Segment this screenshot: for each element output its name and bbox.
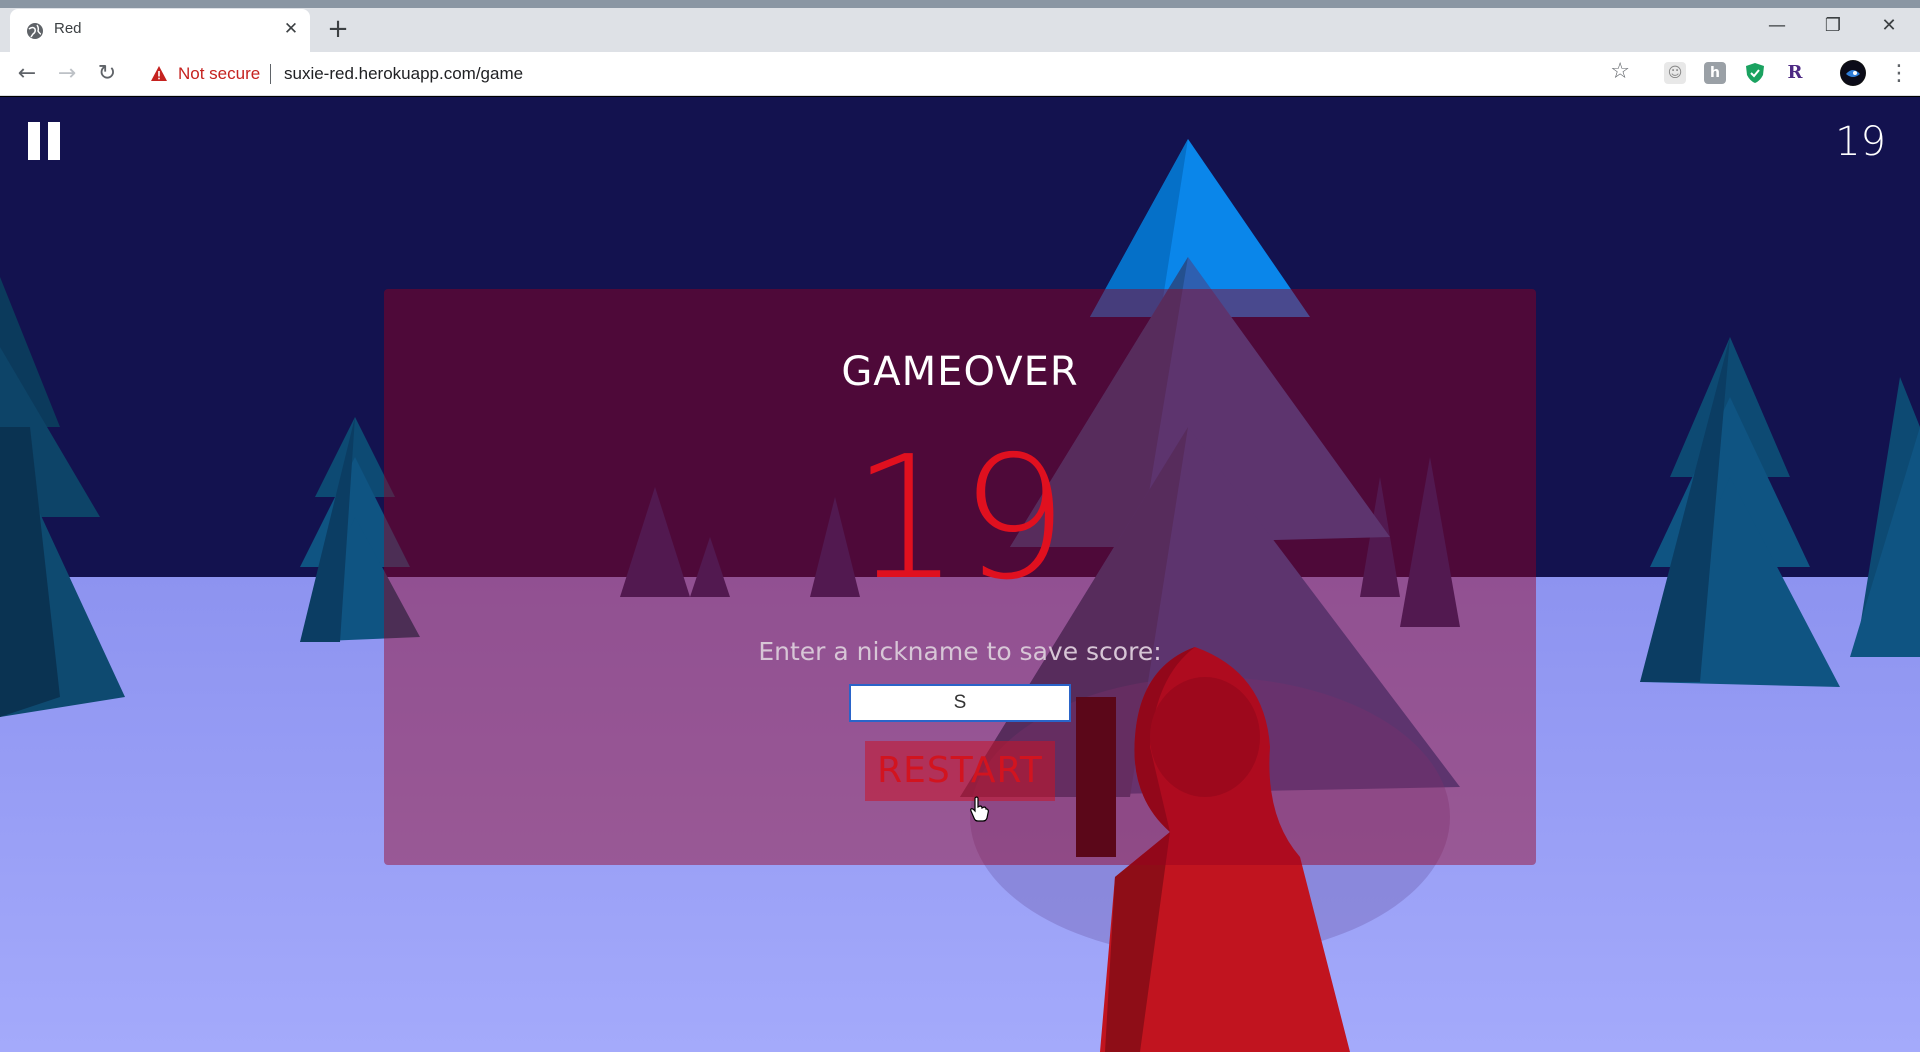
hud-score: 19 <box>1835 119 1886 165</box>
bookmark-star-icon[interactable]: ☆ <box>1610 59 1630 84</box>
restore-button[interactable]: ❐ <box>1818 12 1848 40</box>
address-separator <box>270 64 271 84</box>
hand-cursor-icon <box>970 796 989 822</box>
url-text[interactable]: suxie-red.herokuapp.com/game <box>284 64 523 84</box>
browser-menu-icon[interactable]: ⋮ <box>1888 60 1910 88</box>
profile-avatar-icon[interactable] <box>1840 60 1866 86</box>
new-tab-button[interactable]: + <box>324 15 352 43</box>
gameover-panel: GAMEOVER 19 Enter a nickname to save sco… <box>384 289 1536 865</box>
pause-button[interactable] <box>28 122 62 160</box>
browser-tab-active[interactable]: Red ✕ <box>10 9 310 52</box>
r-extension-icon[interactable]: R <box>1784 62 1806 84</box>
security-status[interactable]: Not secure <box>178 64 260 84</box>
game-viewport[interactable]: 19 GAMEOVER 19 Enter a nickname to save … <box>0 97 1920 1052</box>
browser-title-bar: Red ✕ + — ❐ ✕ <box>0 0 1920 52</box>
close-window-button[interactable]: ✕ <box>1874 12 1904 40</box>
browser-toolbar: ← → ↻ Not secure suxie-red.herokuapp.com… <box>0 52 1920 96</box>
h-extension-icon[interactable]: h <box>1704 62 1726 84</box>
address-bar[interactable]: Not secure suxie-red.herokuapp.com/game … <box>136 57 1632 91</box>
ghost-extension-icon[interactable]: ☺ <box>1664 62 1686 84</box>
pause-icon-bar-right <box>48 122 60 160</box>
back-button[interactable]: ← <box>12 59 42 89</box>
pause-icon-bar-left <box>28 122 40 160</box>
nickname-input[interactable] <box>849 684 1071 722</box>
shield-extension-icon[interactable] <box>1744 62 1766 84</box>
minimize-button[interactable]: — <box>1762 12 1792 40</box>
reload-button[interactable]: ↻ <box>92 59 122 89</box>
forward-button[interactable]: → <box>52 59 82 89</box>
tab-close-icon[interactable]: ✕ <box>280 18 302 40</box>
gameover-title: GAMEOVER <box>841 349 1079 395</box>
nickname-prompt: Enter a nickname to save score: <box>758 637 1162 666</box>
warning-icon <box>151 66 167 81</box>
title-bar-strip <box>0 0 1920 8</box>
final-score: 19 <box>851 420 1069 618</box>
restart-button[interactable]: RESTART <box>865 741 1055 801</box>
tab-title: Red <box>54 20 82 37</box>
globe-icon <box>27 23 43 39</box>
